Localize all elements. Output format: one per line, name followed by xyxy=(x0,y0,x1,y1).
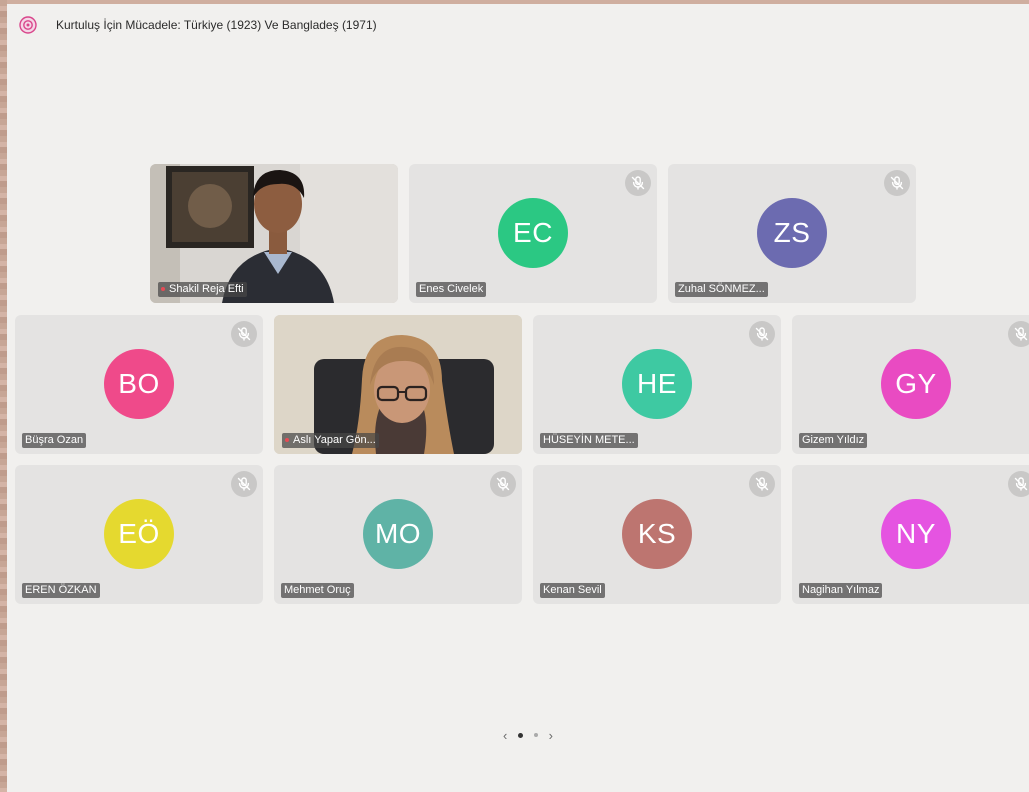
participant-tile[interactable]: ZS Zuhal SÖNMEZ... xyxy=(668,164,916,303)
participant-name-tag: Gizem Yıldız xyxy=(799,433,868,448)
prev-page-button[interactable]: ‹ xyxy=(503,728,507,743)
page-dot-inactive[interactable] xyxy=(533,733,538,737)
participant-name: Mehmet Oruç xyxy=(284,584,351,596)
participant-name: Büşra Ozan xyxy=(25,434,84,446)
participant-tile[interactable]: HE HÜSEYİN METE... xyxy=(533,315,781,454)
speaking-indicator-icon xyxy=(285,438,289,443)
page-navigation: ‹ › xyxy=(503,728,553,743)
speaking-indicator-icon xyxy=(161,287,165,292)
participant-tile[interactable]: EÖ EREN ÖZKAN xyxy=(15,465,263,604)
participant-name: HÜSEYİN METE... xyxy=(543,434,635,446)
participant-tile[interactable]: Aslı Yapar Gön... xyxy=(274,315,522,454)
mic-off-icon xyxy=(884,170,910,196)
participant-avatar: EC xyxy=(498,198,568,268)
participant-avatar: EÖ xyxy=(104,499,174,569)
participant-name: Shakil Reja Efti xyxy=(169,283,244,295)
meeting-title: Kurtuluş İçin Mücadele: Türkiye (1923) V… xyxy=(56,18,377,32)
mic-off-icon xyxy=(231,321,257,347)
mic-off-icon xyxy=(749,471,775,497)
participant-name-tag: Aslı Yapar Gön... xyxy=(282,433,379,448)
background-frame-left xyxy=(0,0,7,792)
participant-name: Kenan Sevil xyxy=(543,584,602,596)
participant-avatar: BO xyxy=(104,349,174,419)
participant-avatar: KS xyxy=(622,499,692,569)
participant-avatar: NY xyxy=(881,499,951,569)
participant-tile[interactable]: MO Mehmet Oruç xyxy=(274,465,522,604)
mic-off-icon xyxy=(625,170,651,196)
mic-off-icon xyxy=(490,471,516,497)
participant-tile[interactable]: GY Gizem Yıldız xyxy=(792,315,1029,454)
next-page-button[interactable]: › xyxy=(549,728,553,743)
participant-avatar: ZS xyxy=(757,198,827,268)
participant-name: Gizem Yıldız xyxy=(802,434,865,446)
participant-name: Aslı Yapar Gön... xyxy=(293,434,376,446)
meeting-window: Kurtuluş İçin Mücadele: Türkiye (1923) V… xyxy=(7,4,1029,792)
participant-name-tag: Nagihan Yılmaz xyxy=(799,583,883,598)
participant-name-tag: Enes Civelek xyxy=(416,282,487,297)
participant-tile[interactable]: BO Büşra Ozan xyxy=(15,315,263,454)
participant-tile[interactable]: KS Kenan Sevil xyxy=(533,465,781,604)
participant-name-tag: EREN ÖZKAN xyxy=(22,583,100,598)
participant-avatar: GY xyxy=(881,349,951,419)
participant-tile[interactable]: EC Enes Civelek xyxy=(409,164,657,303)
participant-name-tag: Büşra Ozan xyxy=(22,433,87,448)
page-dot-active[interactable] xyxy=(518,732,524,738)
mic-off-icon xyxy=(231,471,257,497)
participant-name: EREN ÖZKAN xyxy=(25,584,97,596)
mic-off-icon xyxy=(749,321,775,347)
participant-name-tag: HÜSEYİN METE... xyxy=(540,433,638,448)
participant-name-tag: Kenan Sevil xyxy=(540,583,605,598)
app-logo-icon xyxy=(19,16,37,34)
participant-tile[interactable]: NY Nagihan Yılmaz xyxy=(792,465,1029,604)
participant-name: Zuhal SÖNMEZ... xyxy=(678,283,765,295)
participant-name-tag: Zuhal SÖNMEZ... xyxy=(675,282,768,297)
mic-off-icon xyxy=(1008,321,1029,347)
participant-name: Enes Civelek xyxy=(419,283,484,295)
participant-name-tag: Mehmet Oruç xyxy=(281,583,354,598)
participant-avatar: MO xyxy=(363,499,433,569)
participant-tile[interactable]: Shakil Reja Efti xyxy=(150,164,398,303)
mic-off-icon xyxy=(1008,471,1029,497)
participant-name-tag: Shakil Reja Efti xyxy=(158,282,247,297)
participant-avatar: HE xyxy=(622,349,692,419)
participant-name: Nagihan Yılmaz xyxy=(802,584,880,596)
